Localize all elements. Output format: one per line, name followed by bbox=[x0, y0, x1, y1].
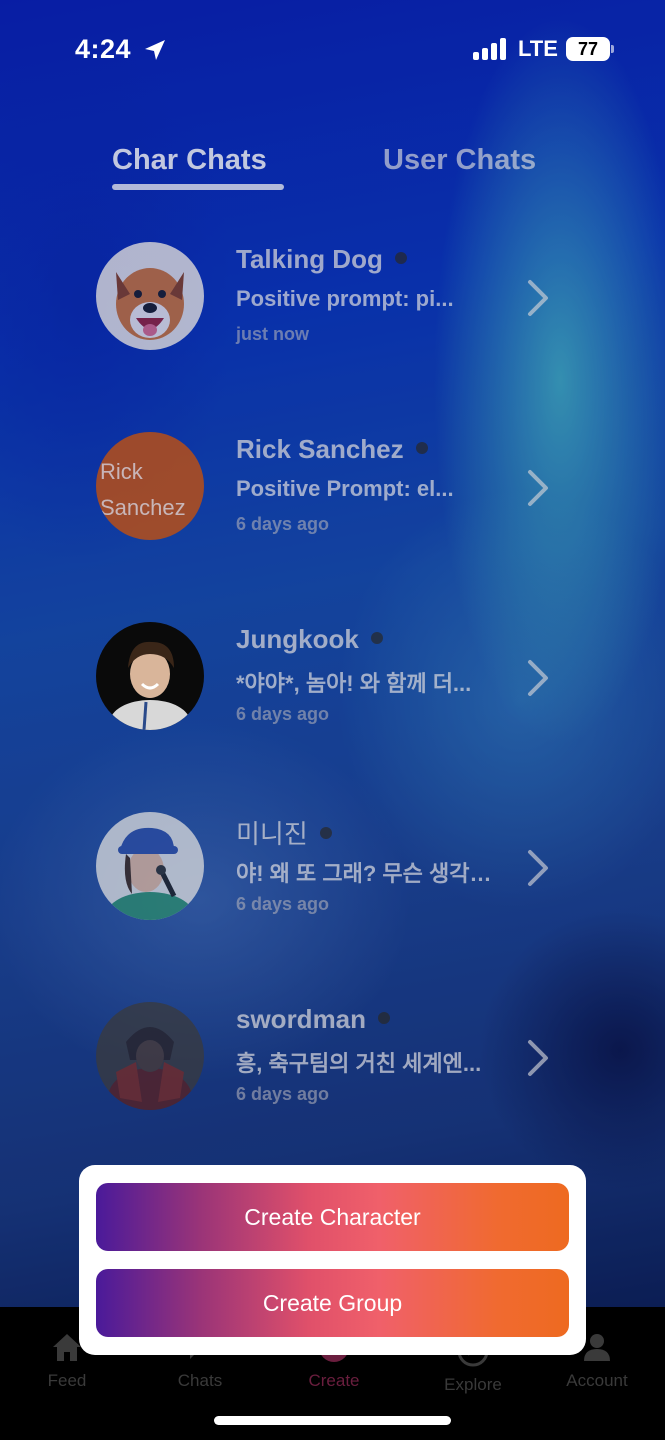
status-dot bbox=[394, 252, 407, 265]
chat-row-minijin[interactable]: 미니진 야! 왜 또 그래? 무슨 생각… 6 days ago bbox=[0, 810, 665, 922]
chat-preview: 흥, 축구팀의 거친 세계엔... bbox=[236, 1051, 482, 1076]
avatar-minijin bbox=[96, 812, 204, 920]
avatar-swordman bbox=[96, 1002, 204, 1110]
chevron-right-icon bbox=[528, 470, 548, 506]
tab-user-chats[interactable]: User Chats bbox=[383, 144, 536, 177]
chat-row-talking-dog[interactable]: Talking Dog Positive prompt: pi... just … bbox=[0, 240, 665, 352]
avatar-jungkook bbox=[96, 622, 204, 730]
create-character-button[interactable]: Create Character bbox=[96, 1183, 569, 1251]
status-dot bbox=[378, 1012, 391, 1025]
chat-preview: Positive Prompt: el... bbox=[236, 476, 454, 501]
status-dot bbox=[415, 442, 428, 455]
avatar-rick-sanchez: Rick Sanchez bbox=[96, 432, 204, 540]
chat-preview: Positive prompt: pi... bbox=[236, 286, 454, 311]
nav-account-label: Account bbox=[566, 1371, 628, 1390]
chat-row-swordman[interactable]: swordman 흥, 축구팀의 거친 세계엔... 6 days ago bbox=[0, 1000, 665, 1112]
chat-tabs: Char Chats User Chats bbox=[0, 140, 665, 200]
network-type: LTE bbox=[518, 36, 558, 61]
avatar-talking-dog bbox=[96, 242, 204, 350]
status-bar: 4:24 LTE 77 bbox=[0, 0, 665, 100]
nav-feed-label: Feed bbox=[47, 1371, 87, 1390]
chat-timestamp: 6 days ago bbox=[236, 704, 330, 724]
chat-timestamp: just now bbox=[236, 324, 309, 344]
avatar-initials: Rick Sanchez bbox=[100, 459, 186, 520]
status-dot bbox=[319, 827, 332, 840]
status-time: 4:24 bbox=[75, 34, 132, 64]
chat-preview: 야! 왜 또 그래? 무슨 생각… bbox=[236, 861, 492, 886]
home-indicator[interactable] bbox=[214, 1416, 451, 1425]
chat-timestamp: 6 days ago bbox=[236, 1084, 330, 1104]
chat-row-jungkook[interactable]: Jungkook *야야*, 놈아! 와 함께 더... 6 days ago bbox=[0, 620, 665, 732]
nav-chats-label: Chats bbox=[177, 1371, 223, 1390]
chat-timestamp: 6 days ago bbox=[236, 894, 330, 914]
tab-char-chats[interactable]: Char Chats bbox=[112, 144, 267, 177]
chevron-right-icon bbox=[528, 280, 548, 316]
chat-name: swordman bbox=[236, 1004, 391, 1035]
nav-create-label: Create bbox=[308, 1371, 360, 1390]
chat-row-rick-sanchez[interactable]: Rick Sanchez Rick Sanchez Positive Promp… bbox=[0, 430, 665, 542]
status-dot bbox=[370, 632, 383, 645]
battery-icon: 77 bbox=[566, 37, 610, 61]
chat-name: 미니진 bbox=[236, 814, 332, 851]
chevron-right-icon bbox=[528, 1040, 548, 1076]
chat-name: Rick Sanchez bbox=[236, 434, 428, 465]
chevron-right-icon bbox=[528, 850, 548, 886]
battery-nub bbox=[611, 45, 614, 53]
chevron-right-icon bbox=[528, 660, 548, 696]
cellular-signal-icon bbox=[473, 38, 507, 60]
chat-name: Jungkook bbox=[236, 624, 383, 655]
chat-preview: *야야*, 놈아! 와 함께 더... bbox=[236, 671, 472, 696]
chat-name: Talking Dog bbox=[236, 244, 407, 275]
active-tab-indicator bbox=[112, 184, 284, 190]
nav-explore-label: Explore bbox=[444, 1375, 502, 1394]
chat-timestamp: 6 days ago bbox=[236, 514, 330, 534]
create-menu-popup: Create Character Create Group bbox=[79, 1165, 586, 1355]
create-group-button[interactable]: Create Group bbox=[96, 1269, 569, 1337]
location-arrow-icon bbox=[145, 40, 165, 60]
